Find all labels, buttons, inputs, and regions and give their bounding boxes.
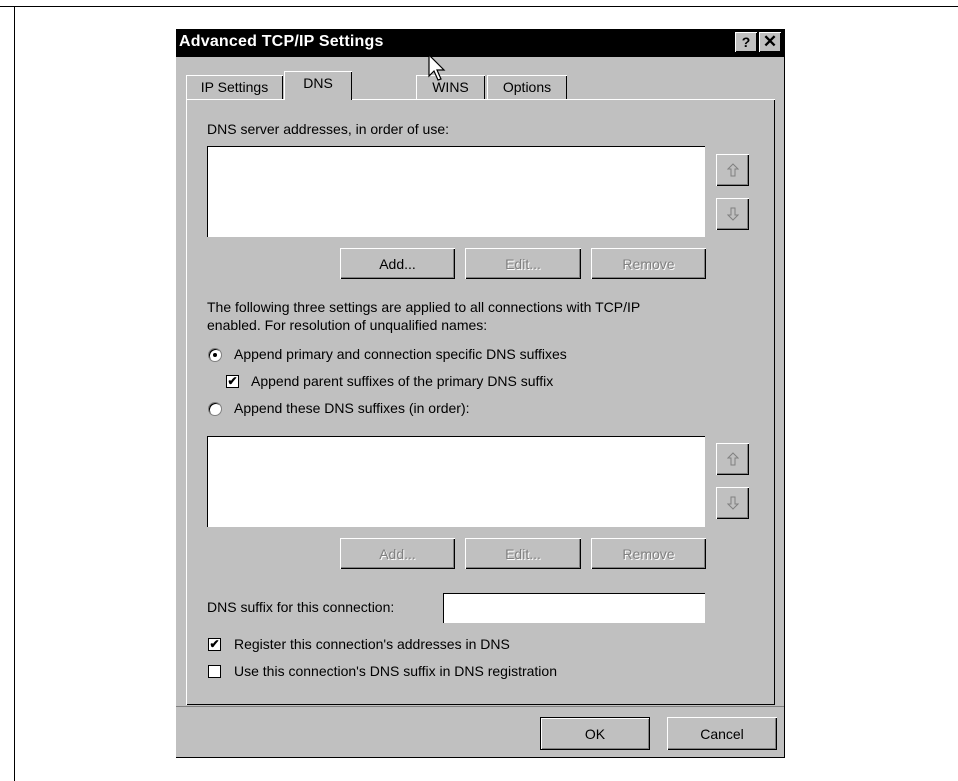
dns-suffix-list[interactable] (207, 436, 705, 527)
down-arrow-icon (726, 207, 739, 221)
info-text-line2: enabled. For resolution of unqualified n… (207, 317, 488, 333)
dns-server-edit-button[interactable]: Edit... (465, 248, 581, 279)
dns-suffix-down-button[interactable] (716, 487, 749, 519)
dns-suffix-edit-button[interactable]: Edit... (465, 538, 581, 569)
append-these-label[interactable]: Append these DNS suffixes (in order): (234, 400, 470, 417)
up-arrow-icon (726, 163, 739, 177)
append-these-radio[interactable] (208, 402, 222, 416)
dialog-title: Advanced TCP/IP Settings (179, 33, 384, 50)
use-suffix-checkbox[interactable] (208, 665, 221, 678)
append-parent-checkbox[interactable]: ✔ (226, 375, 239, 388)
tab-dns[interactable]: DNS (284, 71, 352, 100)
dns-server-label: DNS server addresses, in order of use: (207, 121, 449, 137)
page-border-left (14, 6, 15, 781)
append-parent-label[interactable]: Append parent suffixes of the primary DN… (251, 373, 553, 390)
tab-options[interactable]: Options (487, 75, 567, 99)
append-primary-label[interactable]: Append primary and connection specific D… (234, 346, 567, 363)
dns-suffix-input[interactable] (443, 593, 705, 623)
append-primary-radio[interactable] (208, 348, 222, 362)
advanced-tcpip-dialog: Advanced TCP/IP Settings ? ✕ IP Settings… (175, 28, 785, 758)
mouse-cursor-icon (428, 54, 446, 81)
help-button[interactable]: ? (735, 32, 757, 52)
dns-server-remove-button[interactable]: Remove (591, 248, 706, 279)
dns-suffix-remove-button[interactable]: Remove (591, 538, 706, 569)
dns-server-down-button[interactable] (716, 198, 749, 230)
dns-suffix-add-button[interactable]: Add... (340, 538, 455, 569)
radio-selected-dot (213, 353, 217, 357)
close-button[interactable]: ✕ (759, 32, 781, 52)
up-arrow-icon (726, 452, 739, 466)
down-arrow-icon (726, 496, 739, 510)
dns-server-list[interactable] (207, 146, 705, 237)
dns-suffix-up-button[interactable] (716, 443, 749, 475)
info-text-line1: The following three settings are applied… (207, 299, 641, 315)
tab-wins[interactable]: WINS (416, 75, 485, 99)
register-checkbox[interactable]: ✔ (208, 638, 221, 651)
page-border-top (0, 6, 958, 7)
footer-separator (176, 706, 784, 707)
dns-server-up-button[interactable] (716, 154, 749, 186)
use-suffix-label[interactable]: Use this connection's DNS suffix in DNS … (234, 663, 557, 680)
ok-button[interactable]: OK (540, 717, 650, 750)
register-label[interactable]: Register this connection's addresses in … (234, 636, 510, 653)
dns-suffix-field-label: DNS suffix for this connection: (207, 599, 395, 615)
title-bar[interactable]: Advanced TCP/IP Settings ? ✕ (176, 29, 784, 57)
tab-ip-settings[interactable]: IP Settings (186, 75, 283, 99)
cancel-button[interactable]: Cancel (667, 717, 777, 750)
dns-server-add-button[interactable]: Add... (340, 248, 455, 279)
